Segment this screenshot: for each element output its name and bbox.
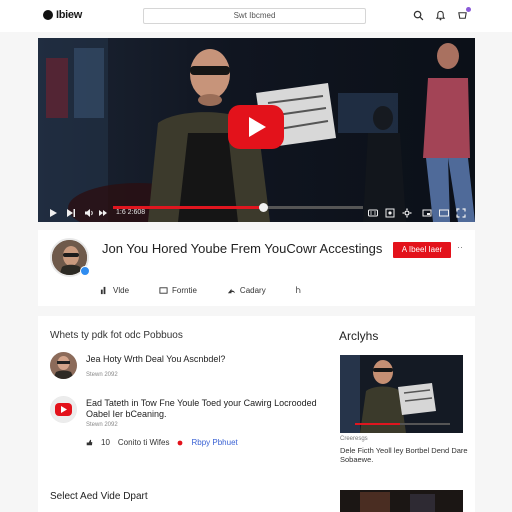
comment-icon — [159, 287, 168, 294]
like-button[interactable]: Vlde — [100, 286, 129, 295]
skip-icon[interactable] — [98, 208, 108, 218]
player-controls: 1:6 2:608 — [38, 204, 475, 222]
more-options-button[interactable]: ·· — [457, 242, 463, 252]
comment-meta: Stewn 2092 — [86, 372, 118, 378]
view-replies-link[interactable]: Conito ti Wifes — [118, 438, 170, 447]
volume-icon[interactable] — [84, 208, 94, 218]
comments-heading: Whets ty pdk fot odc Pobbuos — [50, 330, 183, 341]
play-icon[interactable] — [48, 208, 58, 218]
video-title: Jon You Hored Yoube Frem YouCowr Accesti… — [102, 241, 383, 256]
related-video-thumbnail[interactable] — [340, 355, 463, 433]
comment-text: Ead Tateth in Tow Fne Youle Toed your Ca… — [86, 398, 317, 419]
extra-action-button[interactable]: Ⴙ — [296, 286, 301, 295]
comment-item: Ead Tateth in Tow Fne Youle Toed your Ca… — [50, 396, 330, 456]
top-icons — [413, 7, 471, 21]
comments-section: Whets ty pdk fot odc Pobbuos Arclyhs Jea… — [38, 316, 475, 512]
captions-icon[interactable] — [368, 208, 378, 218]
commenter-avatar[interactable] — [50, 352, 77, 379]
forums-label: Forntie — [172, 286, 197, 295]
like-count: 10 — [101, 438, 110, 447]
settings-icon[interactable] — [402, 208, 412, 218]
section-footer: Select Aed Vide Dpart — [50, 491, 148, 502]
site-logo[interactable]: Ibiew — [43, 9, 82, 21]
logo-icon — [43, 10, 53, 20]
reply-link[interactable]: Rbpy Pbhuet — [191, 438, 237, 447]
related-title[interactable]: Dele Ficth Yeoll ley Bortbel Dend Dare S… — [340, 446, 468, 464]
thumbs-up-icon[interactable] — [86, 439, 93, 446]
notifications-icon[interactable] — [435, 10, 446, 21]
comment-item: Jea Hoty Wrth Deal You Ascnbdel? Stewn 2… — [50, 352, 330, 384]
calary-label: Cadary — [239, 286, 266, 295]
reply-dot-icon — [178, 440, 183, 445]
subscribe-button[interactable]: A Ibeel Iaer — [393, 242, 451, 258]
search-icon[interactable] — [413, 10, 424, 21]
commenter-avatar[interactable] — [50, 396, 77, 423]
video-player[interactable] — [38, 38, 475, 222]
share-icon — [227, 288, 236, 294]
notification-badge — [466, 7, 471, 12]
video-info: Jon You Hored Yoube Frem YouCowr Accesti… — [38, 230, 475, 306]
forums-button[interactable]: Forntie — [159, 286, 197, 295]
video-actions: Vlde Forntie Cadary Ⴙ — [100, 286, 331, 295]
related-channel: Creeresgs — [340, 436, 368, 442]
comment-meta: Stewn 2092 — [86, 422, 118, 428]
fullscreen-icon[interactable] — [456, 208, 466, 218]
time-display: 1:6 2:608 — [116, 209, 146, 216]
play-button[interactable] — [228, 105, 284, 149]
calary-button[interactable]: Cadary — [227, 286, 266, 295]
miniplayer-icon[interactable] — [422, 208, 432, 218]
cart-icon[interactable] — [457, 7, 471, 21]
hd-icon[interactable] — [385, 208, 395, 218]
related-video-thumbnail[interactable] — [340, 490, 463, 512]
verified-badge-icon — [80, 266, 90, 276]
bars-icon — [100, 286, 106, 295]
like-label: Vlde — [113, 286, 130, 295]
comment-text: Jea Hoty Wrth Deal You Ascnbdel? — [86, 354, 226, 364]
logo-text: Ibiew — [56, 9, 83, 21]
comment-actions: 10 Conito ti Wifes Rbpy Pbhuet — [86, 438, 238, 447]
search-input[interactable]: Swt Ibcmed — [143, 8, 366, 24]
top-bar: Ibiew Swt Ibcmed — [0, 0, 512, 32]
extra-action-label: Ⴙ — [295, 286, 301, 295]
related-heading: Arclyhs — [339, 329, 379, 343]
next-icon[interactable] — [66, 208, 76, 218]
theater-icon[interactable] — [439, 208, 449, 218]
